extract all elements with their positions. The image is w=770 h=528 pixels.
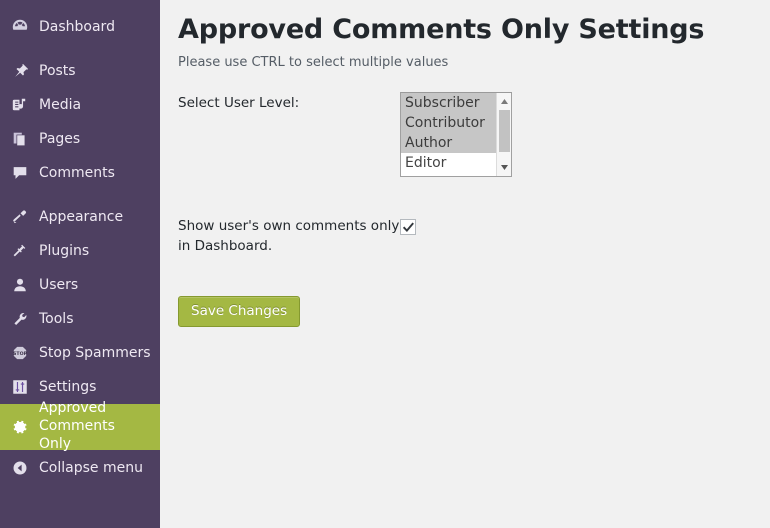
sidebar-item-label: Users bbox=[39, 276, 79, 293]
listbox-option[interactable]: Contributor bbox=[401, 113, 496, 133]
listbox-option[interactable]: Subscriber bbox=[401, 93, 496, 113]
wordpress-admin-screen: Dashboard Posts Media Pages Comments App… bbox=[0, 0, 770, 528]
page-subtitle: Please use CTRL to select multiple value… bbox=[178, 55, 449, 70]
sidebar-divider bbox=[0, 44, 160, 54]
own-comments-label: Show user's own comments only in Dashboa… bbox=[178, 218, 400, 254]
settings-form: Select User Level: Subscriber Contributo… bbox=[178, 92, 738, 328]
user-level-row: Select User Level: Subscriber Contributo… bbox=[178, 92, 738, 177]
listbox-option[interactable]: Editor bbox=[401, 153, 496, 173]
sidebar-divider bbox=[0, 190, 160, 200]
svg-text:STOP: STOP bbox=[13, 351, 27, 357]
sidebar-item-label: Dashboard bbox=[39, 18, 115, 35]
sidebar-item-label: Plugins bbox=[39, 242, 90, 259]
wrench-icon bbox=[9, 309, 31, 329]
stop-sign-icon: STOP bbox=[9, 343, 31, 363]
sidebar-item-label: Approved Comments Only bbox=[39, 400, 115, 452]
sidebar-item-label: Stop Spammers bbox=[39, 344, 151, 361]
scroll-down-arrow-icon[interactable] bbox=[497, 160, 511, 175]
save-changes-button[interactable]: Save Changes bbox=[178, 296, 301, 328]
sidebar-item-label: Settings bbox=[39, 378, 97, 395]
dashboard-gauge-icon bbox=[9, 17, 31, 37]
user-level-label: Select User Level: bbox=[178, 95, 300, 111]
sidebar-item-stop-spammers[interactable]: STOP Stop Spammers bbox=[0, 336, 160, 370]
sidebar-item-plugins[interactable]: Plugins bbox=[0, 234, 160, 268]
pages-icon bbox=[9, 129, 31, 149]
collapse-menu-section: Collapse menu bbox=[0, 452, 160, 484]
comment-bubble-icon bbox=[9, 163, 31, 183]
collapse-left-arrow-icon bbox=[9, 458, 31, 478]
sidebar-item-approved-comments-only[interactable]: Approved Comments Only bbox=[0, 400, 160, 452]
user-level-listbox[interactable]: Subscriber Contributor Author Editor bbox=[400, 92, 512, 177]
sidebar-item-label: Pages bbox=[39, 130, 81, 147]
sidebar-item-comments[interactable]: Comments bbox=[0, 156, 160, 190]
own-comments-checkbox[interactable] bbox=[400, 219, 416, 235]
paintbrush-icon bbox=[9, 207, 31, 227]
page-title: Approved Comments Only Settings bbox=[178, 14, 705, 45]
checkmark-icon bbox=[402, 222, 414, 233]
user-icon bbox=[9, 275, 31, 295]
main-content: Approved Comments Only Settings Please u… bbox=[160, 0, 770, 528]
sidebar-item-pages[interactable]: Pages bbox=[0, 122, 160, 156]
sliders-icon bbox=[9, 377, 31, 397]
pin-icon bbox=[9, 61, 31, 81]
collapse-menu-label: Collapse menu bbox=[39, 459, 143, 476]
media-icon bbox=[9, 95, 31, 115]
scroll-up-arrow-icon[interactable] bbox=[497, 94, 511, 109]
listbox-option[interactable]: Author bbox=[401, 133, 496, 153]
admin-sidebar: Dashboard Posts Media Pages Comments App… bbox=[0, 0, 160, 528]
listbox-scrollbar[interactable] bbox=[496, 93, 511, 176]
sidebar-item-label: Posts bbox=[39, 62, 76, 79]
sidebar-item-users[interactable]: Users bbox=[0, 268, 160, 302]
sidebar-item-appearance[interactable]: Appearance bbox=[0, 200, 160, 234]
sidebar-item-posts[interactable]: Posts bbox=[0, 54, 160, 88]
sidebar-item-label: Appearance bbox=[39, 208, 124, 225]
sidebar-item-tools[interactable]: Tools bbox=[0, 302, 160, 336]
sidebar-item-media[interactable]: Media bbox=[0, 88, 160, 122]
user-level-options: Subscriber Contributor Author Editor bbox=[401, 93, 496, 173]
collapse-menu-button[interactable]: Collapse menu bbox=[0, 452, 160, 484]
own-comments-field bbox=[400, 215, 416, 235]
sidebar-item-dashboard[interactable]: Dashboard bbox=[0, 10, 160, 44]
sidebar-item-label: Comments bbox=[39, 164, 115, 181]
user-level-field: Subscriber Contributor Author Editor bbox=[400, 92, 512, 177]
sidebar-item-settings[interactable]: Settings bbox=[0, 370, 160, 404]
own-comments-row: Show user's own comments only in Dashboa… bbox=[178, 215, 738, 256]
scrollbar-thumb[interactable] bbox=[499, 110, 510, 152]
form-actions: Save Changes bbox=[178, 296, 738, 328]
sidebar-item-label: Media bbox=[39, 96, 82, 113]
gear-icon bbox=[9, 417, 31, 437]
sidebar-item-label: Tools bbox=[39, 310, 74, 327]
plug-icon bbox=[9, 241, 31, 261]
